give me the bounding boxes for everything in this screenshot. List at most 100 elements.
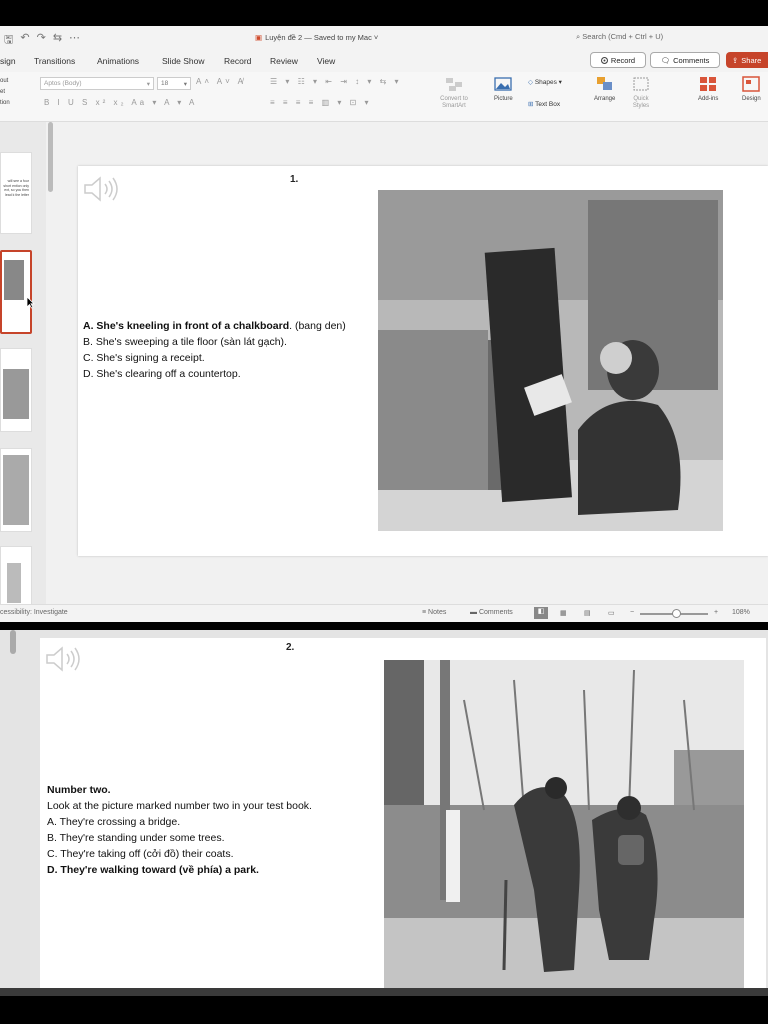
question-number-2: 2. [286,642,295,653]
zoom-in-icon[interactable]: + [714,609,718,616]
slide-2-instruction: Look at the picture marked number two in… [47,800,312,812]
slide-thumbnails-pane[interactable]: will see a four short ention only ext, s… [0,122,46,606]
slideshow-icon[interactable]: ▭ [608,609,615,617]
tab-review[interactable]: Review [270,56,298,66]
record-button[interactable]: Record [590,52,646,68]
slide-sorter-icon[interactable]: ▦ [560,609,567,617]
title-bar: 🖫 ↶ ↷ ⇆ ⋯ ▣ Luyện đề 2 — Saved to my Mac … [0,26,768,50]
slide-thumbnail[interactable] [0,348,32,432]
document-title[interactable]: ▣ Luyện đề 2 — Saved to my Mac ˅ [255,33,378,42]
answer-option-d: D. They're walking toward (về phía) a pa… [47,864,259,876]
slide-2-heading: Number two. [47,784,111,796]
zoom-out-icon[interactable]: − [630,609,634,616]
thumbnail-image [3,369,29,419]
textbox-icon: ⊞ [528,101,534,108]
font-name-select[interactable]: Aptos (Body) ▾ [40,77,154,90]
redo-icon[interactable]: ↷ [37,31,46,50]
tab-transitions[interactable]: Transitions [34,56,75,66]
normal-view-icon[interactable]: ◧ [534,607,548,619]
font-grow-shrink-icons[interactable]: A˄ A˅ A̸ [196,77,246,86]
addins-button[interactable]: Add-ins [698,76,718,102]
align-icons[interactable]: ≡ ≡ ≡ ≡ ▥ ▾ ⊡ ▾ [270,98,372,107]
ribbon-tabs: sign Transitions Animations Slide Show R… [0,50,768,72]
thumbnail-scrollbar[interactable] [48,122,53,192]
tab-design[interactable]: sign [0,56,16,66]
picture-icon [494,77,512,91]
share-icon: ⇪ [732,55,739,65]
chevron-down-icon: ▾ [146,81,150,88]
list-icons[interactable]: ☰ ▾ ☷ ▾ ⇤ ⇥ ↕ ▾ ⇆ ▾ [270,77,402,86]
zoom-slider-handle[interactable] [672,609,681,618]
font-style-icons[interactable]: B I U S x² x₂ Aa ▾ A ▾ A [44,98,197,107]
slide-thumbnail[interactable] [0,546,32,606]
second-screenshot-window: Number two. Look at the picture marked n… [0,630,768,988]
layout-group: out et tion [0,76,10,109]
notes-icon: ≡ [422,609,427,616]
chalkboard-photo-image [378,190,723,531]
thumbnail-image [7,563,21,603]
thumbnail-text: will see a four short ention only ext, s… [3,179,29,197]
section-label[interactable]: tion [0,98,10,109]
answer-option-d: D. She's clearing off a countertop. [83,368,241,380]
slide-thumbnail[interactable]: will see a four short ention only ext, s… [0,152,32,234]
more-icon[interactable]: ⋯ [69,31,80,50]
designer-button[interactable]: Design [742,76,761,102]
notes-button[interactable]: ≡ Notes [422,609,446,616]
font-size-select[interactable]: 18 ▾ [157,77,191,90]
undo-icon[interactable]: ↶ [20,31,29,50]
accessibility-status[interactable]: cessibility: Investigate [0,609,68,616]
answer-option-c: C. She's signing a receipt. [83,352,205,364]
question-number-1: 1. [290,174,299,185]
reset-label[interactable]: et [0,87,10,98]
quick-styles-button[interactable]: Quick Styles [628,76,654,110]
designer-icon [742,76,761,92]
slide-thumbnail-selected[interactable] [0,250,32,334]
top-black-bar [0,0,768,26]
mouse-cursor-icon [26,296,35,309]
convert-smartart-button[interactable]: Convert to SmartArt [436,76,472,110]
tab-record[interactable]: Record [224,56,251,66]
answer-option-c: C. They're taking off (cởi đồ) their coa… [47,848,234,860]
picture-button[interactable]: Picture [494,76,513,102]
share-button[interactable]: ⇪ Share [726,52,768,68]
park-photo [384,660,744,988]
comment-icon: 🗨 [660,55,671,65]
reading-view-icon[interactable]: ▤ [584,609,591,617]
comments-button[interactable]: 🗨 Comments [650,52,720,68]
comment-icon: ▬ [470,609,477,616]
tab-slide-show[interactable]: Slide Show [162,56,205,66]
smartart-icon [446,78,462,91]
chalkboard-photo [378,190,723,531]
thumbnail-image [4,260,24,300]
arrange-button[interactable]: Arrange [594,76,615,102]
layout-label[interactable]: out [0,76,10,87]
status-bar: cessibility: Investigate ≡ Notes ▬ Comme… [0,604,768,622]
speaker-icon[interactable] [44,644,84,674]
bottom-dock-strip [0,988,768,996]
slide-thumbnail[interactable] [0,448,32,532]
thumbnail-scrollbar[interactable] [10,630,16,654]
record-icon [600,56,608,64]
textbox-button[interactable]: ⊞ Text Box [528,100,560,108]
slide-1[interactable]: A. She's kneeling in front of a chalkboa… [78,166,768,556]
zoom-level[interactable]: 108% [732,609,750,616]
answer-option-a: A. She's kneeling in front of a chalkboa… [83,320,346,332]
addins-icon [700,77,717,91]
save-icon[interactable]: 🖫 [4,31,13,50]
comments-status-button[interactable]: ▬ Comments [470,609,513,616]
search-icon: ⌕ [576,32,581,41]
tab-view[interactable]: View [317,56,335,66]
slide-2[interactable]: Number two. Look at the picture marked n… [40,638,766,988]
chevron-down-icon: ▾ [183,81,187,88]
shapes-button[interactable]: ◇ Shapes ▾ [528,78,562,86]
speaker-icon[interactable] [82,174,122,204]
answer-option-a: A. They're crossing a bridge. [47,816,181,828]
powerpoint-icon: ▣ [255,33,263,42]
ribbon-toolbar: out et tion Aptos (Body) ▾ 18 ▾ A˄ A˅ A̸ B… [0,72,768,122]
tab-animations[interactable]: Animations [97,56,139,66]
search-field[interactable]: ⌕ Search (Cmd + Ctrl + U) [576,32,663,42]
park-photo-image [384,660,744,988]
sync-icon[interactable]: ⇆ [53,31,62,50]
answer-option-b: B. She's sweeping a tile floor (sàn lát … [83,336,287,348]
thumbnail-image [3,455,29,525]
